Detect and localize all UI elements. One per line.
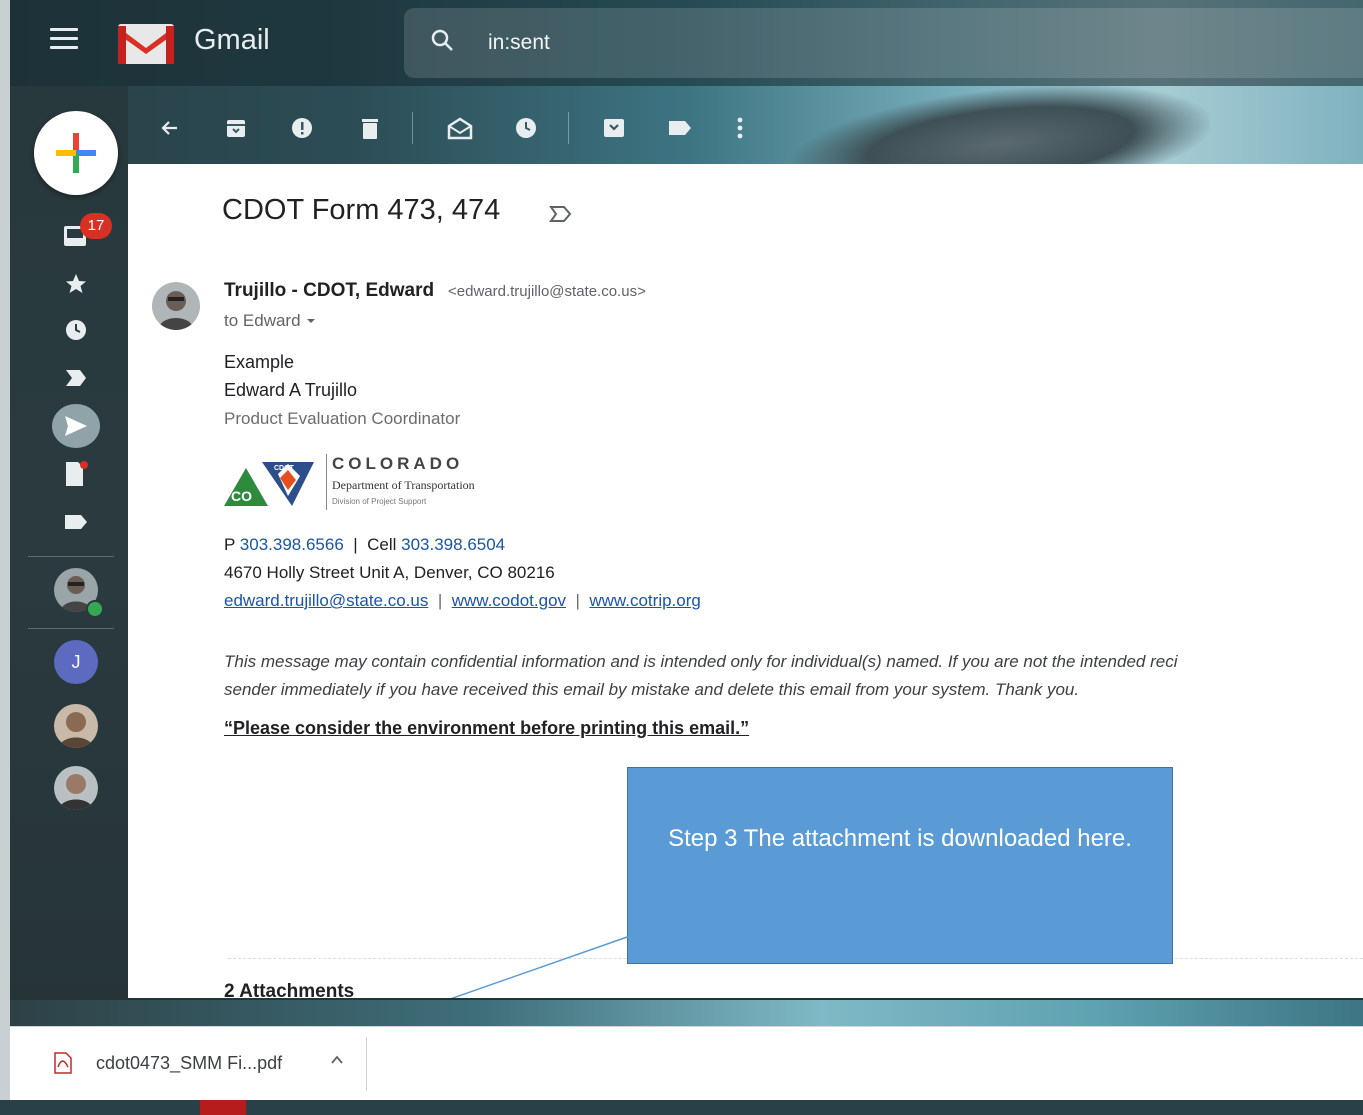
pdf-file-icon [54,1052,72,1074]
download-bar-divider [366,1037,367,1091]
callout-arrow [300,935,631,1052]
download-bar: cdot0473_SMM Fi...pdf [10,1026,1363,1101]
chevron-up-icon[interactable] [328,1051,346,1069]
browser-window: Gmail in:sent 17 J CDOT Form 473, 474 Tr… [0,0,1363,1115]
theme-strip [10,1000,1363,1026]
download-item[interactable]: cdot0473_SMM Fi...pdf [52,1041,372,1085]
taskbar-app-icon[interactable] [200,1100,246,1115]
download-file-name: cdot0473_SMM Fi...pdf [96,1053,283,1073]
